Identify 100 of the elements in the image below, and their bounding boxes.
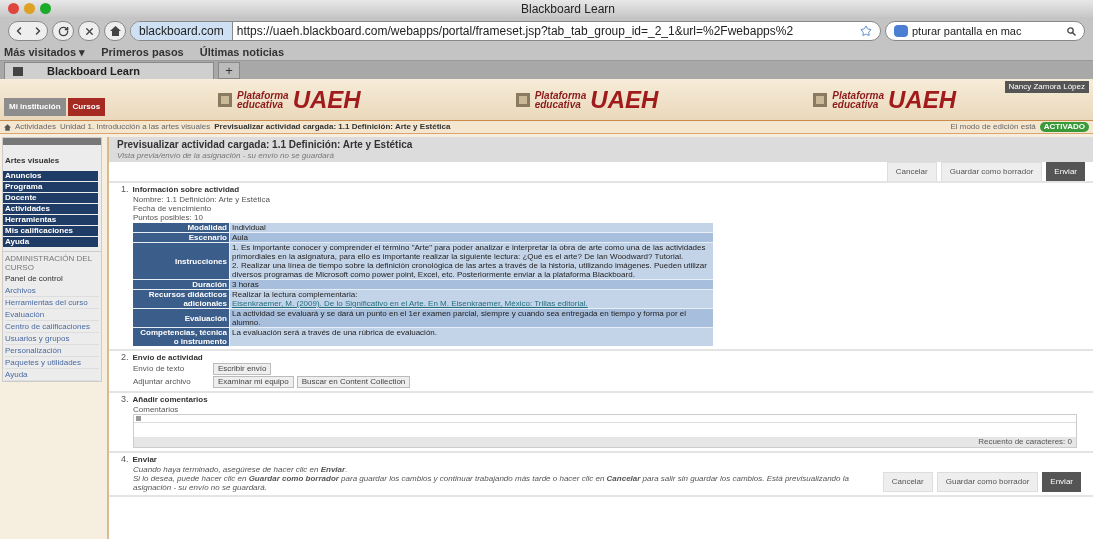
home-icon[interactable] <box>109 26 121 36</box>
panel-item[interactable]: Herramientas del curso <box>5 298 99 309</box>
meta-line: Nombre: 1.1 Definición: Arte y Estética <box>133 195 271 204</box>
panel-item[interactable]: Usuarios y grupos <box>5 334 99 345</box>
row-value: La evaluación será a través de una rúbrica de evaluación. <box>232 328 439 337</box>
resource-link[interactable]: Eisenkraemer, M. (2009). De lo Significativo en el Arte. En M. Eisenkraemer, México: Trillas editorial. <box>232 299 711 308</box>
site-identity-button[interactable]: blackboard.com <box>131 22 233 40</box>
file-button[interactable]: Buscar en Content Collection <box>296 376 411 388</box>
edit-mode-toggle[interactable]: ACTIVADO <box>1039 122 1089 132</box>
submit-button[interactable]: Enviar <box>1042 472 1081 492</box>
section-title: Enviar <box>132 454 157 465</box>
section-title: Información sobre actividad <box>132 184 240 195</box>
meta-line: Puntos posibles: 10 <box>133 213 204 222</box>
action-button[interactable]: Guardar como borrador <box>936 472 1039 492</box>
reload-icon[interactable] <box>57 25 69 37</box>
section-title: Envío de actividad <box>132 352 203 363</box>
row-value: Aula <box>232 233 249 242</box>
instruction-text: Si lo desea, puede hacer clic en Guardar como borrador para guardar los cambios y continuar trabajando más tarde o hacer clic en Cancelar para salir sin guardar los cambios. Está previsualizando la asignación - su envío no se guardará. <box>133 474 850 492</box>
row-value: Realizar la lectura complementaria: <box>232 290 359 299</box>
star-icon[interactable] <box>860 25 872 37</box>
bookmark-item[interactable]: Más visitados ▾ <box>4 44 86 61</box>
logo-text: educativa <box>832 99 879 109</box>
crest-icon <box>216 91 233 108</box>
row-value: La actividad se evaluará y se dará un punto en el 1er examen parcial, siempre y cuando sea entregada en tiempo y forma por el alumno. <box>232 309 688 327</box>
window-title: Blackboard Learn <box>519 0 617 18</box>
panel-item[interactable]: Paquetes y utilidades <box>5 358 99 369</box>
action-button[interactable]: Cancelar <box>886 161 937 182</box>
panel-item[interactable]: Ayuda <box>5 370 99 381</box>
address-bar[interactable]: blackboard.com https://uaeh.blackboard.com/webapps/portal/frameset.jsp?tab_tab_group_id=_2_1&url=%2Fwebapps%2 <box>130 21 881 41</box>
panel-item[interactable]: Personalización <box>5 346 99 357</box>
section-title: Añadir comentarios <box>132 394 208 405</box>
comment-editor[interactable]: Recuento de caracteres: 0 <box>133 414 1077 448</box>
section-number: 1. <box>121 184 129 195</box>
menu-item[interactable]: Docente <box>3 193 98 203</box>
row-label: Instrucciones <box>175 256 227 266</box>
bookmark-item[interactable]: Primeros pasos <box>101 44 184 61</box>
menu-item[interactable]: Actividades <box>3 204 98 214</box>
bookmark-item[interactable]: Últimas noticias <box>199 44 285 61</box>
menu-item[interactable]: Anuncios <box>3 171 98 181</box>
logo-text: educativa <box>236 99 284 109</box>
panel-item[interactable]: Evaluación <box>5 310 99 321</box>
panel-item[interactable]: Centro de calificaciones <box>5 322 99 333</box>
page-title: Previsualizar actividad cargada: 1.1 Definición: Arte y Estética <box>117 139 414 151</box>
editor-label: Comentarios <box>133 405 180 414</box>
home-icon[interactable] <box>4 123 11 131</box>
breadcrumb-item: Previsualizar actividad cargada: 1.1 Definición: Arte y Estética <box>214 121 451 133</box>
row-value: 1. Es importante conocer y comprender el término "Arte" para poder analizar e interpretar la obra de arte como una de las actividades primordiales en la asignatura, para ello es importante realizar la siguiente lectura: ¿Qué es el arte? De Ian Woodward? Tutorial. 2. Realizar una línea de tiempo sobre la definición cronológica de las artes a través de la historia, utilizando imágenes. Pueden utilizar diversos programas de Microsoft como power point, Excel, etc. Posteriormente enviar a la plataforma Blackboard. <box>232 243 708 279</box>
search-icon[interactable] <box>1067 26 1076 36</box>
menu-item[interactable]: Programa <box>3 182 98 192</box>
row-value: 3 horas <box>232 280 260 289</box>
action-button[interactable]: Cancelar <box>882 472 933 492</box>
logo-text: Plataforma <box>236 90 289 100</box>
row-label: Recursos didácticos adicionales <box>147 290 227 308</box>
new-tab-button[interactable]: + <box>218 62 240 79</box>
file-button[interactable]: Examinar mi equipo <box>213 376 294 388</box>
search-text: pturar pantalla en mac <box>912 23 1023 39</box>
row-label: Competencias, técnica o instrumento <box>139 328 227 346</box>
browser-tab[interactable]: Blackboard Learn <box>4 62 214 79</box>
menu-item[interactable]: Mis calificaciones <box>3 226 98 236</box>
user-name[interactable]: Nancy Zamora López <box>1004 81 1089 93</box>
row-value: Individual <box>232 223 267 232</box>
row-label: Escenario <box>188 233 227 242</box>
menu-item[interactable]: Ayuda <box>3 237 98 247</box>
row-label: Evaluación <box>184 313 227 323</box>
instruction-text: Cuando haya terminado, asegúrese de hacer clic en Enviar. <box>133 465 349 474</box>
favicon-icon <box>13 66 23 76</box>
page-subtitle: Vista previa/envío de la asignación - su envío no se guardará <box>117 151 335 160</box>
logo-brand: UAEH <box>590 87 659 112</box>
submit-button[interactable]: Enviar <box>1046 161 1085 182</box>
breadcrumb-item[interactable]: Actividades <box>15 121 56 133</box>
field-label: Adjuntar archivo <box>133 376 192 388</box>
action-button[interactable]: Guardar como borrador <box>940 161 1043 182</box>
field-label: Envío de texto <box>133 363 186 375</box>
crest-icon <box>514 91 531 108</box>
file-button[interactable]: Escribir envío <box>213 363 272 375</box>
logo-text: educativa <box>534 99 581 109</box>
panel-title: Panel de control <box>5 273 64 285</box>
meta-line: Fecha de vencimiento <box>133 204 213 213</box>
menu-item[interactable]: Herramientas <box>3 215 98 225</box>
url-text: https://uaeh.blackboard.com/webapps/portal/frameset.jsp?tab_tab_group_id=_2_1&url=%2Fwebapps%2 <box>235 23 795 40</box>
section-number: 2. <box>121 352 129 363</box>
character-count: Recuento de caracteres: 0 <box>978 436 1072 448</box>
crest-icon <box>812 91 829 108</box>
admin-heading: ADMINISTRACIÓN DEL CURSO <box>5 254 93 272</box>
breadcrumb-item[interactable]: Unidad 1. Introducción a las artes visuales <box>59 121 211 133</box>
section-number: 4. <box>121 454 129 465</box>
row-label: Modalidad <box>187 223 227 232</box>
logo-text: Plataforma <box>832 90 884 100</box>
edit-mode-label: El modo de edición está <box>950 121 1036 133</box>
logo-text: Plataforma <box>534 90 587 100</box>
stop-icon[interactable] <box>83 25 95 37</box>
logo-brand: UAEH <box>887 87 956 112</box>
search-field[interactable]: pturar pantalla en mac <box>885 21 1085 41</box>
row-label: Duración <box>192 280 227 289</box>
section-number: 3. <box>121 394 129 405</box>
close-icon[interactable] <box>8 3 19 14</box>
logo-brand: UAEH <box>292 87 361 112</box>
panel-item[interactable]: Archivos <box>5 286 99 297</box>
course-title: Artes visuales <box>5 156 60 165</box>
nav-tab[interactable]: Cursos <box>67 98 106 116</box>
